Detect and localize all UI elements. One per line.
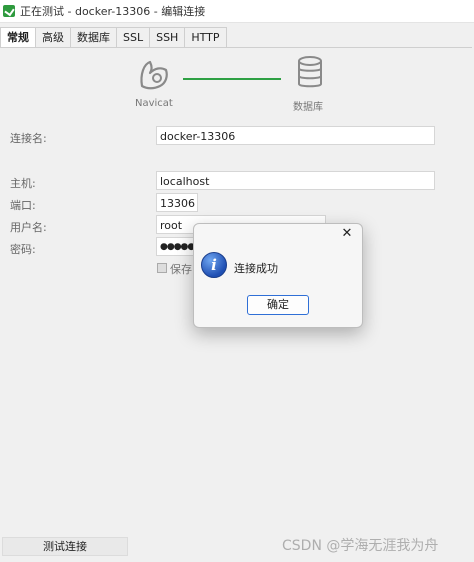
watermark: CSDN @学海无涯我为舟 — [282, 538, 439, 554]
host-label: 主机: — [10, 177, 36, 190]
tab-bar: 常规 高级 数据库 SSL SSH HTTP — [0, 27, 227, 48]
ok-button[interactable]: 确定 — [247, 295, 309, 315]
host-input[interactable]: localhost — [156, 171, 435, 190]
connection-diagram: Navicat 数据库 — [0, 48, 472, 113]
window-title: 正在测试 - docker-13306 - 编辑连接 — [20, 5, 206, 18]
database-label: 数据库 — [293, 102, 323, 113]
test-connection-button[interactable]: 测试连接 — [2, 537, 128, 556]
title-bar: 正在测试 - docker-13306 - 编辑连接 — [0, 0, 474, 23]
port-input[interactable]: 13306 — [156, 193, 198, 212]
save-password-label: 保存 — [170, 263, 192, 276]
database-icon — [298, 56, 322, 88]
success-dialog: ✕ i 连接成功 确定 — [193, 223, 363, 328]
connection-name-label: 连接名: — [10, 132, 47, 145]
navicat-logo-icon — [140, 60, 168, 90]
port-label: 端口: — [10, 199, 36, 212]
connection-name-input[interactable]: docker-13306 — [156, 126, 435, 145]
connection-line — [183, 78, 281, 80]
username-label: 用户名: — [10, 221, 47, 234]
tab-ssh[interactable]: SSH — [149, 27, 186, 47]
tab-http[interactable]: HTTP — [184, 27, 227, 47]
tab-databases[interactable]: 数据库 — [70, 27, 117, 47]
save-password-checkbox[interactable] — [157, 263, 167, 273]
navicat-label: Navicat — [135, 98, 173, 109]
dialog-message: 连接成功 — [234, 262, 278, 275]
password-label: 密码: — [10, 243, 36, 256]
tab-general[interactable]: 常规 — [0, 27, 36, 48]
tab-ssl[interactable]: SSL — [116, 27, 151, 47]
app-check-icon — [3, 5, 15, 17]
close-icon[interactable]: ✕ — [340, 227, 354, 241]
tab-advanced[interactable]: 高级 — [35, 27, 71, 47]
info-icon: i — [201, 252, 227, 278]
